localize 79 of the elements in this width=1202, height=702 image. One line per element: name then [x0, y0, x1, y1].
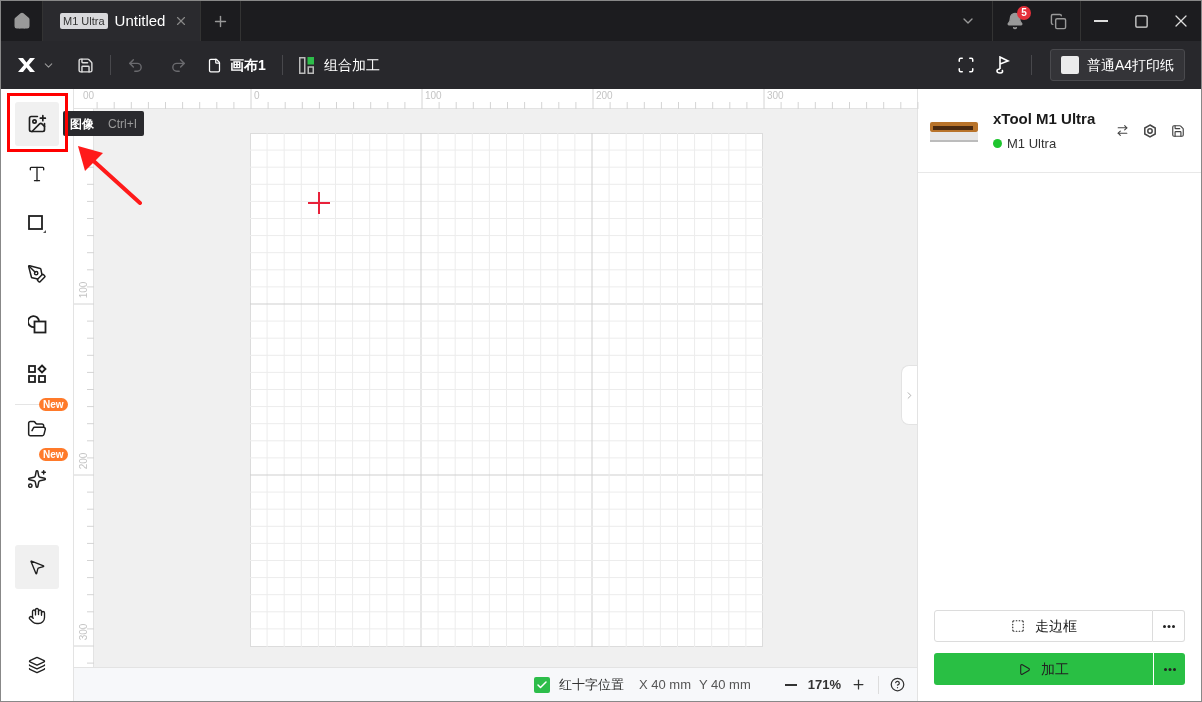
play-icon: [1018, 662, 1031, 676]
hand-icon: [28, 607, 46, 625]
device-model: M1 Ultra: [1007, 135, 1057, 153]
minus-icon: [784, 683, 797, 686]
maximize-icon: [1133, 13, 1149, 29]
notification-count: 5: [1017, 6, 1031, 20]
device-name: xTool M1 Ultra: [993, 108, 1096, 129]
minimize-icon: [1094, 20, 1108, 22]
logo-menu-button[interactable]: [17, 58, 55, 72]
zoom-in-button[interactable]: [851, 677, 866, 692]
document-tab[interactable]: M1 Ultra Untitled: [43, 1, 201, 41]
pen-icon: [27, 264, 47, 284]
tooltip-shortcut: Ctrl+I: [108, 115, 137, 133]
sparkle-icon: [27, 469, 47, 489]
y-coordinate: Y 40 mm: [698, 675, 751, 694]
material-swatch-icon: [1060, 56, 1079, 74]
switch-device-button[interactable]: [1116, 124, 1129, 137]
undo-icon: [127, 56, 144, 74]
canvas-menu-button[interactable]: 画布1: [207, 54, 266, 76]
tab-title: Untitled: [114, 10, 166, 31]
layout-icon: [298, 56, 314, 74]
check-icon: [535, 678, 548, 691]
text-icon: [27, 164, 47, 184]
dashed-square-icon: [1010, 619, 1025, 633]
pointer-icon: [28, 558, 46, 576]
home-icon: [12, 12, 31, 30]
swap-icon: [1116, 124, 1129, 137]
help-button[interactable]: [890, 677, 905, 692]
help-icon: [890, 677, 905, 692]
ruler-label: 100: [78, 280, 90, 301]
notifications-button[interactable]: 5: [993, 1, 1037, 41]
more-icon: [1162, 624, 1175, 628]
camera-frame-button[interactable]: [956, 56, 975, 74]
machine-badge: M1 Ultra: [60, 13, 108, 29]
image-add-icon: [27, 114, 47, 134]
process-button[interactable]: 加工: [934, 653, 1153, 685]
crosshair-checkbox[interactable]: [533, 676, 550, 693]
plus-icon: [851, 677, 866, 692]
flag-icon: [994, 56, 1011, 74]
settings-icon: [1143, 123, 1157, 138]
frame-button[interactable]: 走边框: [934, 610, 1153, 642]
crosshair-label: 红十字位置: [558, 675, 624, 694]
device-save-button[interactable]: [1171, 123, 1185, 138]
scan-icon: [956, 56, 975, 74]
tooltip-label: 图像: [70, 115, 94, 133]
save-button[interactable]: [77, 56, 94, 74]
zoom-out-button[interactable]: [784, 683, 797, 686]
save-icon: [1171, 123, 1185, 138]
shapes-icon: [27, 314, 47, 334]
layers-icon: [28, 656, 46, 674]
material-button[interactable]: 普通A4打印纸: [1049, 49, 1185, 81]
components-icon: [27, 364, 47, 384]
panel-collapse-handle[interactable]: [901, 365, 917, 425]
ruler-label: 300: [767, 90, 784, 102]
new-badge: New: [39, 448, 68, 461]
ruler-label: 300: [78, 622, 90, 643]
logo-icon: [17, 58, 36, 72]
annotation-arrow: [77, 145, 143, 205]
tool-button[interactable]: [15, 102, 59, 146]
document-icon: [207, 57, 222, 73]
x-coordinate: X 40 mm: [638, 675, 691, 694]
process-more-button[interactable]: [1154, 653, 1185, 685]
new-badge: New: [39, 398, 68, 411]
positioning-button[interactable]: [994, 56, 1011, 74]
crosshair-marker: [308, 192, 330, 214]
rectangle-icon: [27, 214, 47, 234]
ruler-label: 200: [78, 451, 90, 472]
device-settings-button[interactable]: [1143, 123, 1157, 138]
redo-button[interactable]: [170, 56, 187, 74]
redo-icon: [170, 56, 187, 74]
zoom-level: 171%: [807, 675, 841, 694]
highlight-frame: [7, 93, 68, 152]
more-icon: [1163, 667, 1176, 671]
save-icon: [77, 56, 94, 74]
frame-more-button[interactable]: [1153, 610, 1185, 642]
windows-icon: [1050, 12, 1067, 30]
undo-button[interactable]: [127, 56, 144, 74]
folder-icon: [27, 419, 47, 439]
combined-processing-button[interactable]: 组合加工: [298, 54, 380, 76]
